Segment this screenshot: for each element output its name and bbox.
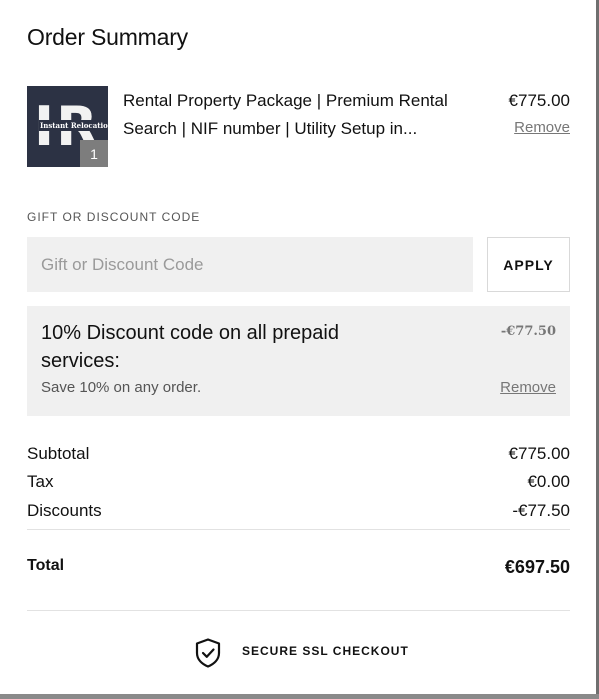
discounts-label: Discounts <box>27 501 102 520</box>
secure-checkout-label: SECURE SSL CHECKOUT <box>242 644 409 658</box>
divider <box>27 529 570 530</box>
window-edge-bottom <box>0 694 599 699</box>
secure-checkout-notice: SECURE SSL CHECKOUT <box>27 636 570 670</box>
quantity-badge: 1 <box>80 140 108 167</box>
product-price: €775.00 <box>508 91 570 110</box>
gift-code-label: GIFT OR DISCOUNT CODE <box>27 210 201 224</box>
discount-description: Save 10% on any order. <box>41 379 202 396</box>
shield-check-icon <box>195 638 221 668</box>
product-thumbnail[interactable]: IR Instant Relocation 1 <box>27 86 108 167</box>
discount-title: 10% Discount code on all prepaid service… <box>41 322 339 372</box>
applied-discount: 10% Discount code on all prepaid service… <box>27 306 570 416</box>
total-value: €697.50 <box>504 557 570 577</box>
divider <box>27 610 570 611</box>
page-title: Order Summary <box>27 24 188 50</box>
discounts-value: -€77.50 <box>512 501 570 520</box>
remove-discount-link[interactable]: Remove <box>500 379 556 396</box>
subtotal-value: €775.00 <box>508 444 570 463</box>
cart-item: IR Instant Relocation 1 Rental Property … <box>27 86 570 168</box>
order-summary-panel: Order Summary IR Instant Relocation 1 Re… <box>27 0 570 690</box>
product-name: Rental Property Package | Premium Rental… <box>123 91 448 138</box>
tax-value: €0.00 <box>527 472 570 491</box>
discount-amount: -€77.50 <box>500 324 556 339</box>
tax-label: Tax <box>27 472 54 491</box>
apply-code-button[interactable]: APPLY <box>487 237 570 292</box>
subtotal-label: Subtotal <box>27 444 90 463</box>
thumbnail-logo-text: Instant Relocation <box>39 120 108 131</box>
gift-code-input[interactable] <box>27 237 473 292</box>
total-label: Total <box>27 557 65 574</box>
remove-item-link[interactable]: Remove <box>514 119 570 136</box>
